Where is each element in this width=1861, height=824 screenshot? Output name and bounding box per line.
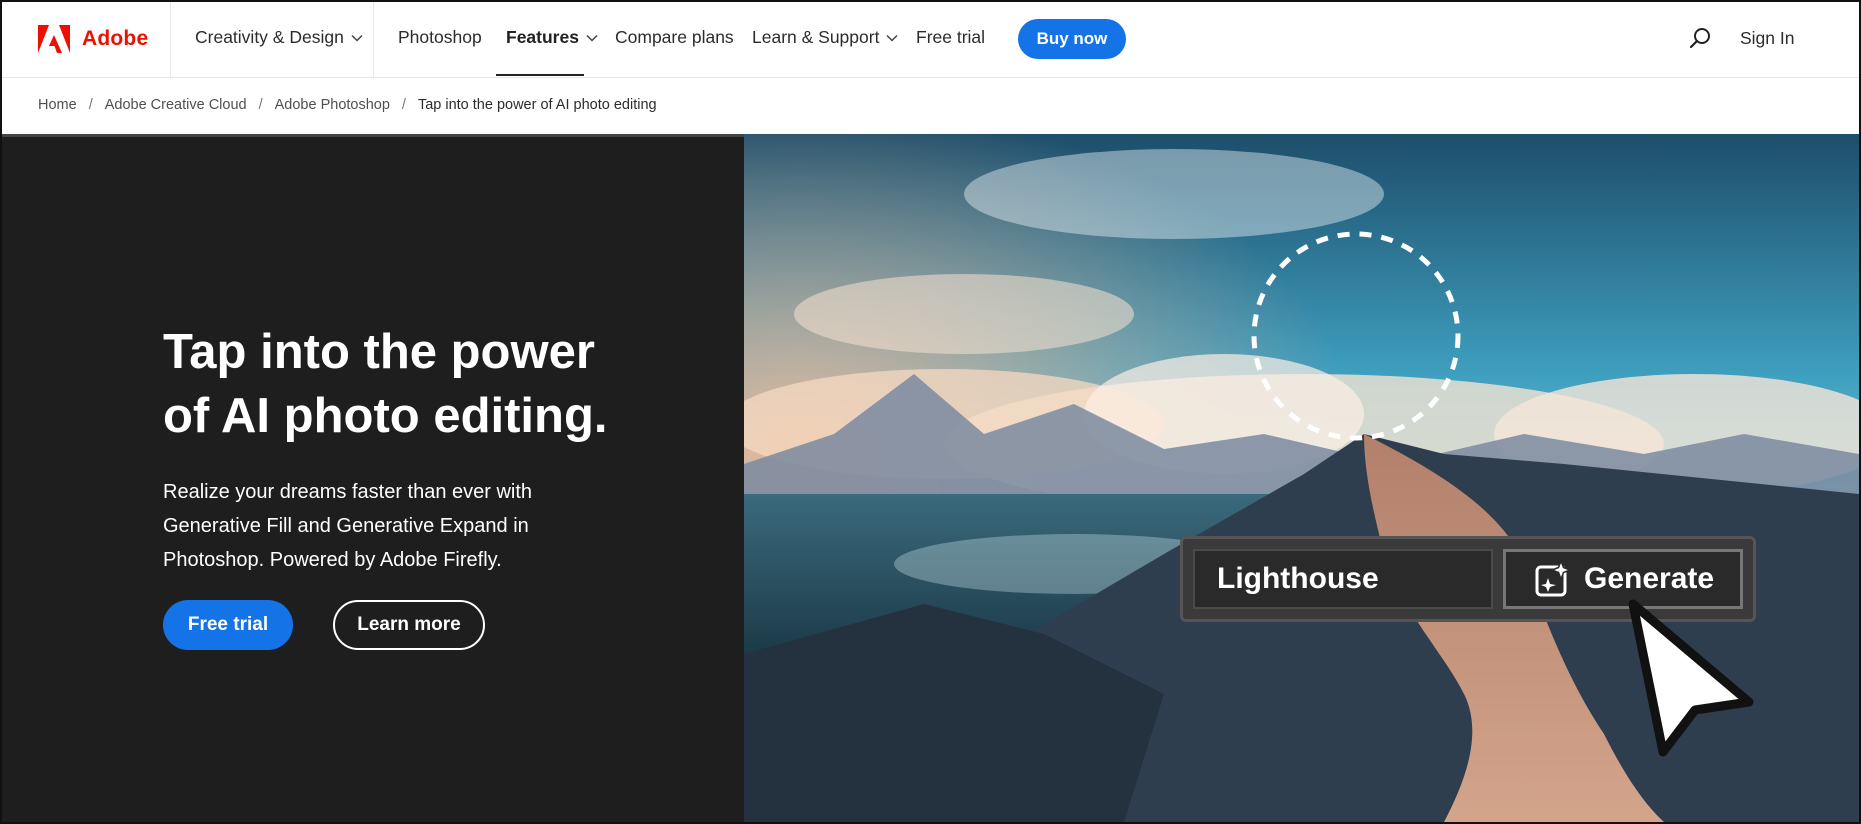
nav-features-label: Features	[506, 27, 579, 47]
hero-description: Realize your dreams faster than ever wit…	[163, 481, 533, 571]
breadcrumb-creative-cloud[interactable]: Adobe Creative Cloud	[105, 97, 247, 113]
hero-title: Tap into the power of AI photo editing.	[163, 320, 683, 448]
active-tab-indicator	[496, 74, 584, 76]
search-icon[interactable]	[1688, 26, 1712, 50]
breadcrumb-home[interactable]: Home	[38, 97, 77, 113]
prompt-input[interactable]: Lighthouse	[1193, 549, 1493, 609]
breadcrumb-separator: /	[401, 97, 406, 113]
buy-now-button[interactable]: Buy now	[1018, 19, 1126, 59]
breadcrumb-photoshop[interactable]: Adobe Photoshop	[275, 97, 390, 113]
nav-free-trial[interactable]: Free trial	[916, 27, 985, 48]
adobe-logo-icon	[38, 25, 70, 53]
nav-learn-support[interactable]: Learn & Support	[752, 27, 898, 48]
breadcrumb-separator: /	[88, 97, 93, 113]
breadcrumb: Home / Adobe Creative Cloud / Adobe Phot…	[38, 97, 657, 113]
breadcrumb-current: Tap into the power of AI photo editing	[417, 97, 657, 113]
nav-divider	[170, 0, 171, 78]
breadcrumb-separator: /	[258, 97, 263, 113]
nav-learn-support-label: Learn & Support	[752, 27, 880, 47]
nav-photoshop-label: Photoshop	[398, 27, 482, 47]
pointer-cursor-icon	[1628, 599, 1754, 757]
free-trial-button[interactable]: Free trial	[163, 600, 293, 650]
generate-button-label: Generate	[1584, 562, 1715, 595]
chevron-down-icon	[351, 34, 363, 42]
sign-in-link[interactable]: Sign In	[1740, 28, 1794, 49]
nav-photoshop[interactable]: Photoshop	[398, 27, 482, 48]
nav-compare-plans[interactable]: Compare plans	[615, 27, 734, 48]
learn-more-button[interactable]: Learn more	[333, 600, 485, 650]
hero-top-line	[2, 134, 744, 137]
nav-creativity-design-label: Creativity & Design	[195, 27, 344, 47]
chevron-down-icon	[586, 34, 598, 42]
nav-features[interactable]: Features	[506, 27, 598, 48]
chevron-down-icon	[886, 34, 898, 42]
generative-fill-icon	[1535, 560, 1572, 597]
adobe-logo[interactable]: Adobe	[38, 24, 148, 54]
hero-title-line-2: of AI photo editing.	[163, 389, 608, 443]
brand-name: Adobe	[82, 27, 149, 50]
hero-title-line-1: Tap into the power	[163, 325, 595, 379]
nav-compare-plans-label: Compare plans	[615, 27, 734, 47]
nav-divider	[373, 0, 374, 78]
nav-creativity-design[interactable]: Creativity & Design	[195, 27, 363, 48]
nav-free-trial-label: Free trial	[916, 27, 986, 47]
top-nav: Adobe Creativity & Design Photoshop Feat…	[0, 0, 1861, 78]
